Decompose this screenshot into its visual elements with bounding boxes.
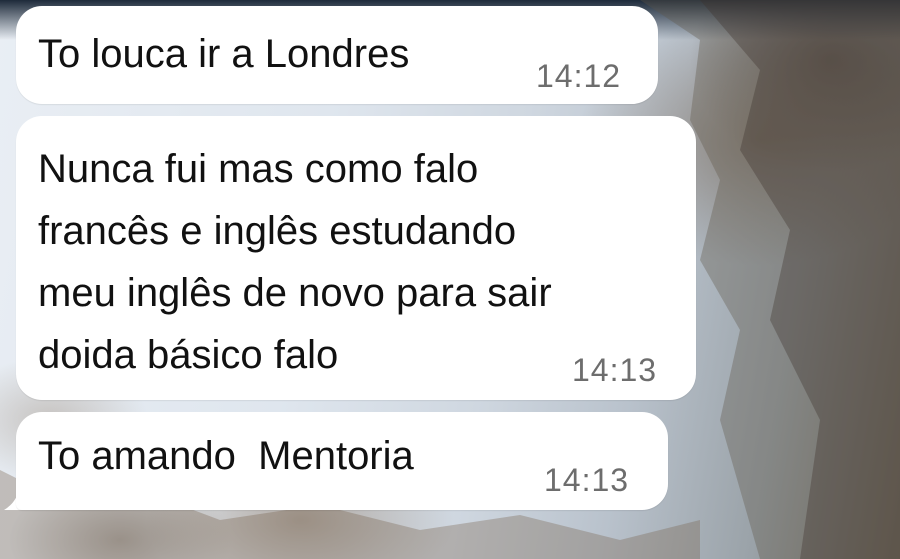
message-text: To amando Mentoria — [38, 434, 414, 478]
message-text: To louca ir a Londres — [38, 32, 410, 76]
message-bubble-incoming[interactable]: To louca ir a Londres 14:12 — [16, 6, 658, 104]
message-text: Nunca fui mas como falo francês e inglês… — [38, 147, 552, 377]
message-timestamp: 14:13 — [544, 462, 630, 498]
message-timestamp: 14:13 — [572, 352, 658, 388]
message-bubble-incoming[interactable]: Nunca fui mas como falo francês e inglês… — [16, 116, 696, 400]
message-timestamp: 14:12 — [536, 58, 622, 94]
message-bubble-incoming[interactable]: To amando Mentoria 14:13 — [16, 412, 668, 510]
